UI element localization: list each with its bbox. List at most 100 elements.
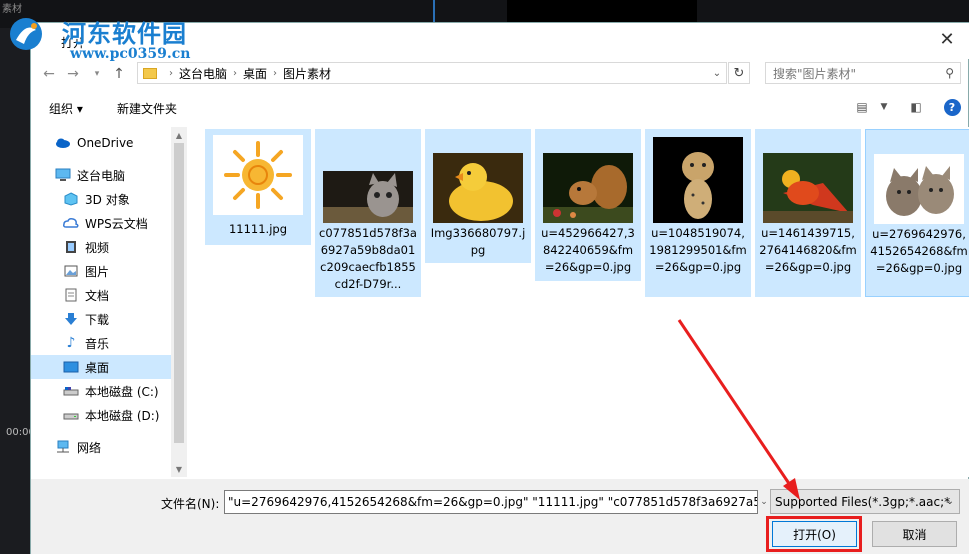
sidebar-item-music[interactable]: ♪ 音乐	[31, 331, 171, 355]
sidebar-item-wps-cloud[interactable]: WPS云文档	[31, 211, 171, 235]
thumbnail-pheasant	[763, 153, 853, 223]
file-name: u=452966427,3842240659&fm=26&gp=0.jpg	[541, 226, 635, 274]
refresh-icon: ↻	[733, 65, 745, 81]
sidebar-item-label: 网络	[77, 440, 102, 455]
new-folder-button[interactable]: 新建文件夹	[117, 100, 177, 117]
chevron-right-icon: ›	[233, 67, 238, 79]
help-button[interactable]: ?	[941, 97, 963, 117]
file-item[interactable]: u=1048519074,1981299501&fm=26&gp=0.jpg	[645, 129, 751, 297]
file-name: 11111.jpg	[228, 222, 288, 236]
breadcrumb-desktop[interactable]: 桌面	[243, 65, 267, 82]
sidebar-item-label: OneDrive	[77, 136, 134, 150]
help-icon: ?	[943, 98, 961, 116]
thumbnail-kittens	[874, 154, 964, 224]
chevron-down-icon: ⌄	[712, 67, 722, 79]
sidebar-item-label: 这台电脑	[77, 168, 126, 183]
sidebar-item-drive-c[interactable]: 本地磁盘 (C:)	[31, 379, 171, 403]
filename-dropdown[interactable]: ⌄	[757, 490, 771, 514]
sidebar-item-label: 音乐	[85, 336, 110, 351]
sidebar-item-documents[interactable]: 文档	[31, 283, 171, 307]
watermark-logo-icon	[10, 18, 42, 50]
address-dropdown[interactable]: ⌄	[708, 63, 726, 83]
drive-icon	[63, 384, 79, 398]
chevron-down-icon: ⌄	[760, 497, 768, 507]
view-icon: ▤	[856, 100, 868, 114]
sidebar-item-label: WPS云文档	[85, 216, 148, 231]
close-icon: ✕	[939, 28, 955, 50]
search-input[interactable]: 搜索"图片素材" ⚲	[765, 62, 961, 84]
cloud-icon	[55, 136, 71, 150]
thumbnail-kitten	[323, 171, 413, 223]
command-toolbar: 组织 ▾ 新建文件夹 ▤ ▼ ◧ ?	[31, 91, 969, 123]
computer-icon	[55, 168, 71, 182]
thumbnail-squirrel	[543, 153, 633, 223]
filetype-select[interactable]: Supported Files(*.3gp;*.aac;* ⌄	[770, 489, 960, 514]
chevron-down-icon: ▼	[880, 102, 888, 112]
sidebar-item-network[interactable]: 网络	[31, 435, 171, 459]
watermark-title: 河东软件园	[62, 19, 187, 48]
chevron-right-icon: ›	[273, 67, 278, 79]
file-name: c077851d578f3a6927a59b8da01c209caecfb185…	[319, 226, 417, 291]
sidebar-item-desktop[interactable]: 桌面	[31, 355, 171, 379]
scrollbar-thumb[interactable]	[174, 143, 184, 443]
sidebar-item-downloads[interactable]: 下载	[31, 307, 171, 331]
sidebar-item-this-pc[interactable]: 这台电脑	[31, 163, 171, 187]
refresh-button[interactable]: ↻	[728, 62, 750, 84]
desktop-icon	[63, 360, 79, 374]
sidebar-item-label: 桌面	[85, 360, 110, 375]
file-item[interactable]: 11111.jpg	[205, 129, 311, 245]
file-item[interactable]: u=2769642976,4152654268&fm=26&gp=0.jpg	[865, 129, 969, 297]
sidebar-item-label: 本地磁盘 (C:)	[85, 384, 159, 399]
scroll-down-arrow[interactable]: ▼	[171, 461, 187, 477]
document-icon	[63, 288, 79, 302]
search-placeholder: 搜索"图片素材"	[773, 66, 857, 81]
sidebar-item-3d-objects[interactable]: 3D 对象	[31, 187, 171, 211]
file-item[interactable]: u=1461439715,2764146820&fm=26&gp=0.jpg	[755, 129, 861, 297]
sidebar-scrollbar[interactable]: ▲ ▼	[171, 127, 187, 477]
chevron-down-icon: ⌄	[945, 496, 954, 507]
organize-menu[interactable]: 组织 ▾	[49, 100, 83, 117]
sidebar-item-videos[interactable]: 视频	[31, 235, 171, 259]
video-icon	[63, 240, 79, 254]
sidebar-item-label: 3D 对象	[85, 192, 130, 207]
open-button[interactable]: 打开(O)	[772, 521, 857, 547]
sidebar-item-onedrive[interactable]: OneDrive	[31, 131, 171, 155]
breadcrumb-pictures[interactable]: 图片素材	[283, 65, 331, 82]
view-options-button[interactable]: ▤	[851, 97, 873, 117]
sidebar-item-label: 本地磁盘 (D:)	[85, 408, 160, 423]
watermark: 河东软件园 www.pc0359.cn	[6, 10, 206, 70]
app-left-panel	[0, 28, 30, 554]
file-item[interactable]: Img336680797.jpg	[425, 129, 531, 263]
file-name: u=2769642976,4152654268&fm=26&gp=0.jpg	[870, 227, 968, 275]
dialog-footer: 文件名(N): "u=2769642976,4152654268&fm=26&g…	[31, 479, 969, 554]
watermark-url: www.pc0359.cn	[70, 46, 191, 62]
network-icon	[55, 440, 71, 454]
search-icon: ⚲	[945, 66, 954, 80]
sidebar-item-label: 下载	[85, 312, 110, 327]
file-name: u=1048519074,1981299501&fm=26&gp=0.jpg	[649, 226, 747, 274]
thumbnail-cheetah-cub	[653, 137, 743, 223]
address-bar[interactable]: › 这台电脑 › 桌面 › 图片素材 ⌄	[137, 62, 727, 84]
sidebar-item-label: 文档	[85, 288, 110, 303]
file-list: 11111.jpg c077851d578f3a6927a59b8da01c20…	[189, 127, 969, 477]
file-item[interactable]: u=452966427,3842240659&fm=26&gp=0.jpg	[535, 129, 641, 281]
filename-label: 文件名(N):	[161, 497, 220, 511]
thumbnail-duckling	[433, 153, 523, 223]
download-icon	[63, 312, 79, 326]
sidebar-item-pictures[interactable]: 图片	[31, 259, 171, 283]
cancel-button[interactable]: 取消	[872, 521, 957, 547]
thumbnail-sun-drawing	[213, 135, 303, 215]
preview-pane-icon: ◧	[910, 100, 922, 114]
close-button[interactable]: ✕	[924, 23, 969, 55]
sidebar-item-drive-d[interactable]: 本地磁盘 (D:)	[31, 403, 171, 427]
filetype-value: Supported Files(*.3gp;*.aac;*	[775, 495, 951, 509]
preview-pane-button[interactable]: ◧	[905, 97, 927, 117]
view-dropdown[interactable]: ▼	[873, 97, 895, 117]
scroll-up-arrow[interactable]: ▲	[171, 127, 187, 143]
cube-icon	[63, 192, 79, 206]
file-item[interactable]: c077851d578f3a6927a59b8da01c209caecfb185…	[315, 129, 421, 297]
sidebar-item-label: 图片	[85, 264, 110, 279]
music-icon: ♪	[66, 335, 76, 351]
filename-input[interactable]: "u=2769642976,4152654268&fm=26&gp=0.jpg"…	[224, 490, 758, 514]
file-name: u=1461439715,2764146820&fm=26&gp=0.jpg	[759, 226, 857, 274]
